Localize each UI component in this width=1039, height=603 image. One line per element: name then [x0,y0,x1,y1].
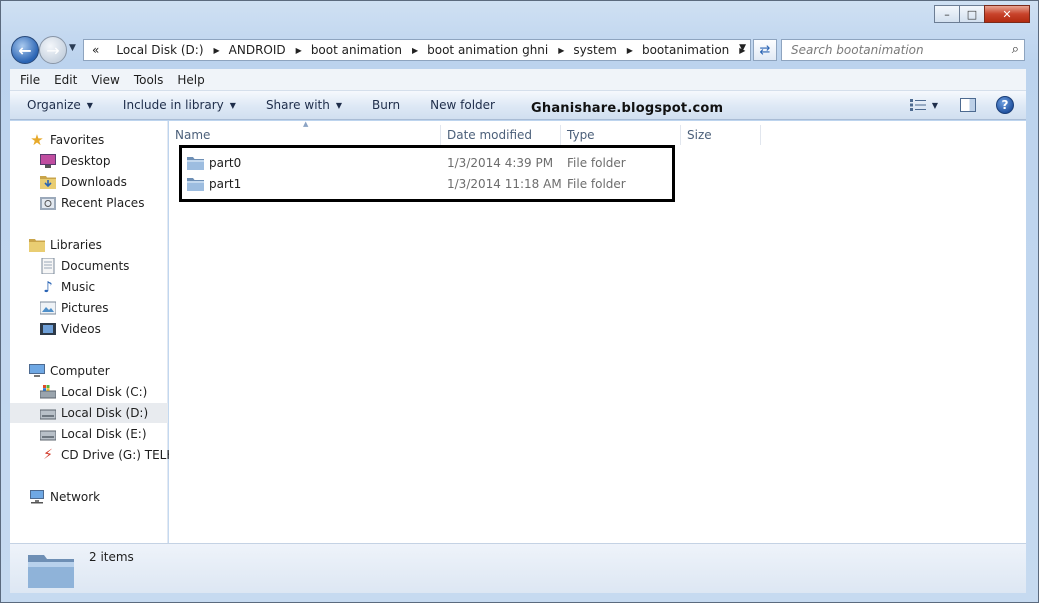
share-with-button[interactable]: Share with ▼ [266,98,342,112]
desktop-icon [40,153,56,169]
file-row[interactable]: part0 1/3/2014 4:39 PM File folder [169,152,676,173]
cd-drive-icon: ⚡ [43,447,53,463]
recent-places-icon [40,195,56,211]
nav-item-local-disk-d[interactable]: Local Disk (D:) [10,403,168,423]
back-button[interactable]: ← [11,36,39,64]
maximize-button[interactable]: □ [959,5,985,23]
refresh-icon: ⇄ [759,42,771,58]
menu-edit[interactable]: Edit [54,73,77,87]
refresh-button[interactable]: ⇄ [753,39,777,61]
back-arrow-icon: ← [18,40,32,60]
folder-icon [187,177,204,191]
address-dropdown-icon[interactable]: ▼ [739,43,746,53]
burn-button[interactable]: Burn [372,98,400,112]
system-drive-icon [40,384,56,400]
breadcrumb-arrow-icon[interactable]: ▶ [214,46,220,55]
breadcrumb-item[interactable]: system ▶ [573,43,642,57]
new-folder-button[interactable]: New folder [430,98,495,112]
chevron-down-icon: ▼ [86,100,93,110]
details-pane: 2 items [10,543,1026,593]
breadcrumb-arrow-icon[interactable]: ▶ [627,46,633,55]
nav-item-local-disk-c[interactable]: Local Disk (C:) [40,382,147,402]
breadcrumb-item[interactable]: boot animation ▶ [311,43,427,57]
explorer-window: – □ ✕ ← → ▼ « Local Disk (D:) ▶ ANDROID ▶ … [0,0,1039,603]
nav-network[interactable]: Network [29,487,100,507]
chevron-down-icon[interactable]: ▼ [932,101,938,110]
nav-libraries[interactable]: Libraries [29,235,102,255]
nav-computer[interactable]: Computer [29,361,110,381]
libraries-icon [29,237,45,253]
nav-item-documents[interactable]: Documents [40,256,129,276]
search-icon[interactable]: ⌕ [1012,42,1019,57]
breadcrumb-arrow-icon[interactable]: ▶ [296,46,302,55]
breadcrumb-arrow-icon[interactable]: ▶ [558,46,564,55]
videos-icon [40,321,56,337]
column-header-date[interactable]: Date modified [441,125,561,145]
computer-icon [29,363,45,379]
breadcrumb-item[interactable]: bootanimation ▶ [642,43,754,57]
preview-pane-icon[interactable] [960,98,976,112]
pictures-icon [40,300,56,316]
documents-icon [40,258,56,274]
watermark-text: Ghanishare.blogspot.com [531,101,724,116]
nav-item-videos[interactable]: Videos [40,319,101,339]
column-header-size[interactable]: Size [681,125,761,145]
nav-favorites[interactable]: ★ Favorites [29,130,104,150]
menu-view[interactable]: View [91,73,119,87]
nav-item-cd-drive-g[interactable]: ⚡ CD Drive (G:) TELKO [40,445,183,465]
sort-arrow-icon: ▲ [303,120,309,128]
address-bar[interactable]: « Local Disk (D:) ▶ ANDROID ▶ boot animati… [83,39,751,61]
forward-button[interactable]: → [39,36,67,64]
nav-item-desktop[interactable]: Desktop [40,151,111,171]
organize-button[interactable]: Organize ▼ [27,98,93,112]
breadcrumb-item[interactable]: Local Disk (D:) ▶ [116,43,228,57]
column-headers: ▲ Name Date modified Type Size [169,120,761,145]
folder-icon [187,156,204,170]
search-input[interactable] [791,43,991,57]
network-icon [29,489,45,505]
forward-arrow-icon: → [46,40,60,60]
file-row[interactable]: part1 1/3/2014 11:18 AM File folder [169,173,676,194]
minimize-button[interactable]: – [934,5,960,23]
help-icon[interactable]: ? [996,96,1014,114]
chevron-down-icon: ▼ [335,100,342,110]
caption-buttons: – □ ✕ [934,5,1030,23]
search-box[interactable]: ⌕ [781,39,1025,61]
recent-pages-dropdown[interactable]: ▼ [69,43,76,53]
navigation-row: ← → ▼ « Local Disk (D:) ▶ ANDROID ▶ boot a… [9,35,1028,65]
music-note-icon: ♪ [43,278,53,296]
nav-item-pictures[interactable]: Pictures [40,298,109,318]
downloads-folder-icon [40,174,56,190]
breadcrumb-overflow[interactable]: « [92,43,116,57]
nav-item-local-disk-e[interactable]: Local Disk (E:) [40,424,147,444]
close-button[interactable]: ✕ [984,5,1030,23]
folder-icon [28,555,74,588]
include-in-library-button[interactable]: Include in library ▼ [123,98,236,112]
star-icon: ★ [30,131,44,149]
command-bar: Organize ▼ Include in library ▼ Share with… [10,91,1026,120]
change-view-icon[interactable] [909,99,926,111]
item-count: 2 items [89,550,134,564]
file-list: ▲ Name Date modified Type Size part0 1/3… [169,120,1026,543]
hard-drive-icon [40,405,56,421]
menu-bar: File Edit View Tools Help [10,69,1026,91]
breadcrumb-arrow-icon[interactable]: ▶ [412,46,418,55]
column-header-name[interactable]: ▲ Name [169,120,441,145]
nav-item-recent-places[interactable]: Recent Places [40,193,144,213]
navigation-pane: ★ Favorites Desktop Downloads Recent Pla… [10,121,183,543]
chevron-down-icon: ▼ [229,100,236,110]
menu-file[interactable]: File [20,73,40,87]
nav-item-downloads[interactable]: Downloads [40,172,127,192]
breadcrumb-item[interactable]: boot animation ghni ▶ [427,43,573,57]
view-controls: ▼ ? [909,96,1014,114]
menu-help[interactable]: Help [177,73,204,87]
breadcrumb-item[interactable]: ANDROID ▶ [229,43,311,57]
hard-drive-icon [40,426,56,442]
column-header-type[interactable]: Type [561,125,681,145]
nav-item-music[interactable]: ♪ Music [40,277,95,297]
menu-tools[interactable]: Tools [134,73,164,87]
